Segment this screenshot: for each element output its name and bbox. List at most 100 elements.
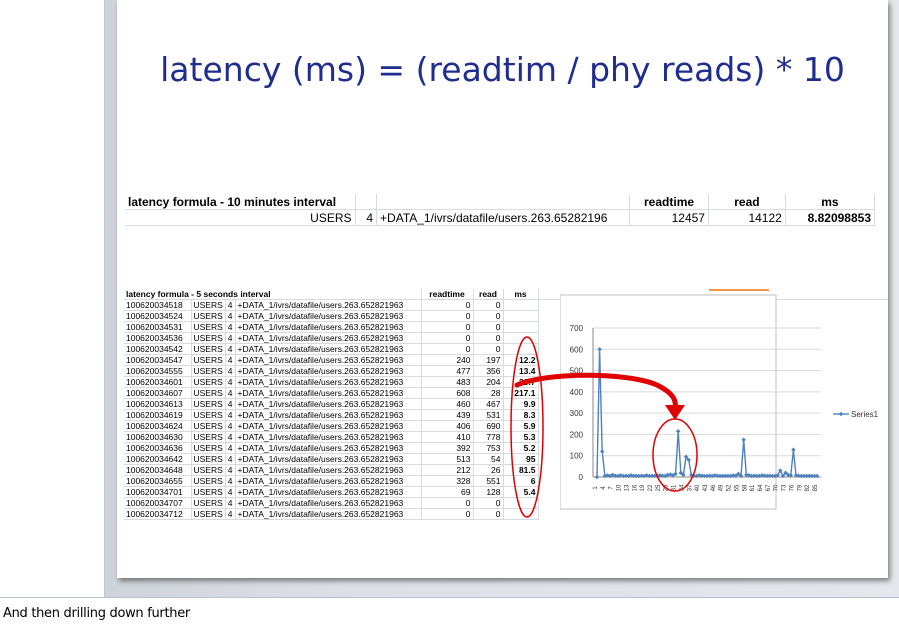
file-number-cell: 4 xyxy=(225,420,236,432)
read-cell: 0 xyxy=(473,299,504,311)
table-header-row: latency formula - 5 seconds interval rea… xyxy=(124,289,539,300)
read-cell: 197 xyxy=(473,354,504,366)
ms-cell xyxy=(503,343,539,355)
ms-cell xyxy=(503,508,539,520)
datafile-cell: +DATA_1/ivrs/datafile/users.263.65282196… xyxy=(235,486,422,498)
ms-cell: 6 xyxy=(503,475,539,487)
file-number-cell: 4 xyxy=(225,409,236,421)
read-cell: 467 xyxy=(473,398,504,410)
row-id-cell: 100620034536 xyxy=(124,332,192,344)
datafile-cell: +DATA_1/ivrs/datafile/users.263.65282196… xyxy=(235,420,422,432)
tablespace-cell: USERS xyxy=(191,299,226,311)
file-number-cell: 4 xyxy=(225,387,236,399)
ms-cell: 8.3 xyxy=(503,409,539,421)
file-number-cell: 4 xyxy=(355,209,378,226)
slide-thumbnail-pane[interactable] xyxy=(0,0,105,597)
tablespace-cell: USERS xyxy=(191,464,226,476)
read-cell: 531 xyxy=(473,409,504,421)
x-tick-label: 70 xyxy=(774,484,780,491)
x-tick-label: 73 xyxy=(782,484,788,491)
y-tick-label: 600 xyxy=(570,345,584,354)
table-title-cell: latency formula - 10 minutes interval xyxy=(125,194,356,210)
x-tick-label: 64 xyxy=(758,484,764,491)
readtime-cell: 240 xyxy=(421,354,474,366)
file-number-cell: 4 xyxy=(225,299,236,311)
read-cell: 0 xyxy=(473,332,504,344)
readtime-cell: 392 xyxy=(421,442,474,454)
slide-canvas[interactable]: latency (ms) = (readtim / phy reads) * 1… xyxy=(117,0,888,578)
readtime-cell: 0 xyxy=(421,332,474,344)
y-tick-label: 500 xyxy=(570,367,584,376)
file-number-cell: 4 xyxy=(225,475,236,487)
x-tick-label: 22 xyxy=(648,484,654,491)
x-tick-label: 43 xyxy=(703,484,709,491)
y-tick-label: 0 xyxy=(579,473,584,482)
ms-cell xyxy=(503,332,539,344)
datafile-cell: +DATA_1/ivrs/datafile/users.263.65282196… xyxy=(235,453,422,465)
row-id-cell: 100620034630 xyxy=(124,431,192,443)
readtime-cell: 0 xyxy=(421,299,474,311)
latency-chart[interactable]: 01002003004005006007001 4 7 10 13 16 19 22 25 28 3… xyxy=(560,294,888,514)
row-id-cell: 100620034555 xyxy=(124,365,192,377)
latency-10min-table: latency formula - 10 minutes interval re… xyxy=(125,194,876,226)
read-header: read xyxy=(708,194,786,210)
x-tick-label: 67 xyxy=(766,484,772,491)
datafile-cell: +DATA_1/ivrs/datafile/users.263.65282196… xyxy=(235,354,422,366)
tablespace-cell: USERS xyxy=(191,310,226,322)
readtime-cell: 0 xyxy=(421,343,474,355)
tablespace-cell: USERS xyxy=(191,453,226,465)
readtime-cell: 439 xyxy=(421,409,474,421)
table-row: 100620034536 USERS 4 +DATA_1/ivrs/datafile/… xyxy=(124,332,539,344)
slide-title[interactable]: latency (ms) = (readtim / phy reads) * 1… xyxy=(117,50,888,89)
table-row: 100620034707 USERS 4 +DATA_1/ivrs/datafile/… xyxy=(124,497,539,509)
tablespace-cell: USERS xyxy=(191,508,226,520)
readtime-cell: 0 xyxy=(421,508,474,520)
read-cell: 753 xyxy=(473,442,504,454)
ms-cell xyxy=(503,497,539,509)
x-tick-label: 25 xyxy=(656,484,662,491)
x-tick-label: 31 xyxy=(672,484,678,491)
table-row: 100620034547 USERS 4 +DATA_1/ivrs/datafile/… xyxy=(124,354,539,366)
table-row: 100620034613 USERS 4 +DATA_1/ivrs/datafile/… xyxy=(124,398,539,410)
row-id-cell: 100620034547 xyxy=(124,354,192,366)
read-cell: 778 xyxy=(473,431,504,443)
x-tick-label: 28 xyxy=(664,484,670,491)
x-tick-label: 37 xyxy=(687,484,693,491)
row-id-cell: 100620034619 xyxy=(124,409,192,421)
legend-label: Series1 xyxy=(851,410,879,419)
file-number-cell: 4 xyxy=(225,486,236,498)
file-number-cell: 4 xyxy=(225,442,236,454)
readtime-cell: 410 xyxy=(421,431,474,443)
readtime-cell: 608 xyxy=(421,387,474,399)
file-number-cell: 4 xyxy=(225,431,236,443)
datafile-cell: +DATA_1/ivrs/datafile/users.263.65282196… xyxy=(235,376,422,388)
datafile-cell: +DATA_1/ivrs/datafile/users.263.65282196… xyxy=(235,387,422,399)
table-title-cell: latency formula - 5 seconds interval xyxy=(124,289,422,300)
datafile-cell: +DATA_1/ivrs/datafile/users.263.65282196… xyxy=(235,508,422,520)
row-id-cell: 100620034518 xyxy=(124,299,192,311)
tablespace-cell: USERS xyxy=(125,209,356,226)
readtime-cell: 483 xyxy=(421,376,474,388)
read-cell: 26 xyxy=(473,464,504,476)
read-cell: 128 xyxy=(473,486,504,498)
read-cell: 0 xyxy=(473,310,504,322)
datafile-cell: +DATA_1/ivrs/datafile/users.263.65282196… xyxy=(235,343,422,355)
table-row: 100620034701 USERS 4 +DATA_1/ivrs/datafile/… xyxy=(124,486,539,498)
table-row: 100620034607 USERS 4 +DATA_1/ivrs/datafile/… xyxy=(124,387,539,399)
table-row: USERS 4 +DATA_1/ivrs/datafile/users.263.… xyxy=(125,209,876,226)
y-tick-label: 400 xyxy=(570,388,584,397)
readtime-cell: 12457 xyxy=(629,209,709,226)
table-row: 100620034601 USERS 4 +DATA_1/ivrs/datafile/… xyxy=(124,376,539,388)
datafile-cell: +DATA_1/ivrs/datafile/users.263.65282196… xyxy=(235,365,422,377)
x-tick-label: 49 xyxy=(719,484,725,491)
notes-text[interactable]: And then drilling down further xyxy=(3,606,190,621)
file-number-cell: 4 xyxy=(225,321,236,333)
ms-cell: 23.7 xyxy=(503,376,539,388)
notes-pane[interactable]: And then drilling down further xyxy=(0,597,899,626)
readtime-cell: 69 xyxy=(421,486,474,498)
tablespace-cell: USERS xyxy=(191,497,226,509)
x-tick-label: 10 xyxy=(617,484,623,491)
file-number-cell: 4 xyxy=(225,343,236,355)
x-tick-label: 13 xyxy=(624,484,630,491)
readtime-cell: 406 xyxy=(421,420,474,432)
